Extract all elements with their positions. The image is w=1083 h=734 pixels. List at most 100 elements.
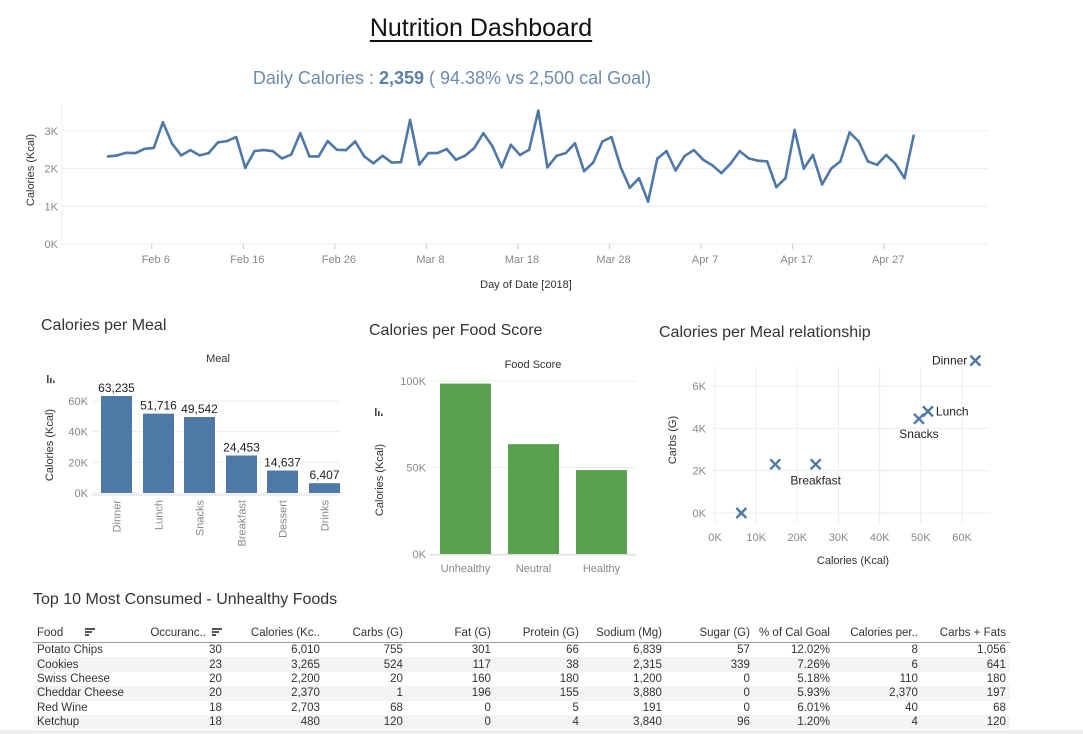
sort-chart-icon[interactable] xyxy=(375,408,383,416)
line-data-point[interactable] xyxy=(463,154,467,158)
sort-descending-icon[interactable] xyxy=(211,628,222,636)
line-data-point[interactable] xyxy=(179,154,183,157)
line-data-point[interactable] xyxy=(225,139,229,143)
line-data-point[interactable] xyxy=(390,161,394,164)
line-data-point[interactable] xyxy=(601,140,604,143)
column-header[interactable]: Carbs (G) xyxy=(323,624,407,643)
line-data-point[interactable] xyxy=(353,140,357,143)
bar-unhealthy[interactable] xyxy=(440,383,491,554)
line-data-point[interactable] xyxy=(637,176,641,180)
line-data-point[interactable] xyxy=(839,160,842,163)
sort-chart-icon[interactable] xyxy=(47,375,55,383)
line-data-point[interactable] xyxy=(564,151,568,155)
line-data-point[interactable] xyxy=(152,146,156,150)
line-data-point[interactable] xyxy=(518,153,522,157)
line-data-point[interactable] xyxy=(894,162,897,165)
line-data-point[interactable] xyxy=(765,160,769,163)
bar-snacks[interactable] xyxy=(184,417,215,493)
daily-calories-line[interactable] xyxy=(107,109,915,203)
bar-breakfast[interactable] xyxy=(226,455,257,493)
calories-per-meal-chart[interactable]: Meal Calories (Kcal) 0K 20K 40K 60K 63,235 Dinn… xyxy=(20,340,350,570)
line-data-point[interactable] xyxy=(665,149,668,153)
table-row[interactable]: Ketchup 18 480 120 0 4 3,840 96 1.20% 4 120 xyxy=(33,714,1010,730)
line-data-point[interactable] xyxy=(591,161,595,164)
line-data-point[interactable] xyxy=(335,148,339,152)
line-data-point[interactable] xyxy=(363,155,366,158)
line-data-point[interactable] xyxy=(161,120,165,124)
line-data-point[interactable] xyxy=(289,153,293,156)
line-data-point[interactable] xyxy=(234,135,238,139)
line-data-point[interactable] xyxy=(308,155,311,158)
line-data-point[interactable] xyxy=(784,176,787,180)
line-data-point[interactable] xyxy=(683,154,687,158)
line-data-point[interactable] xyxy=(710,163,714,167)
line-data-point[interactable] xyxy=(829,167,833,170)
line-data-point[interactable] xyxy=(207,151,211,155)
line-data-point[interactable] xyxy=(527,148,531,152)
column-header[interactable]: Protein (G) xyxy=(494,624,583,643)
line-data-point[interactable] xyxy=(262,148,265,152)
column-header[interactable]: Food xyxy=(33,624,128,643)
scatter-point-snacks[interactable] xyxy=(913,412,925,425)
bar-healthy[interactable] xyxy=(576,470,627,554)
line-data-point[interactable] xyxy=(729,162,732,165)
table-row[interactable]: Potato Chips 30 6,010 755 301 66 6,839 57 12.02%… xyxy=(33,643,1010,658)
line-data-point[interactable] xyxy=(866,160,870,163)
line-data-point[interactable] xyxy=(344,148,348,152)
column-header[interactable]: Occuranc.. xyxy=(127,624,226,643)
line-data-point[interactable] xyxy=(427,151,430,155)
calories-per-food-score-chart[interactable]: Food Score Calories (Kcal) 0K 50K 100K Unheal… xyxy=(360,345,650,580)
line-data-point[interactable] xyxy=(802,167,806,170)
scatter-point-breakfast[interactable] xyxy=(809,458,822,471)
bar-dessert[interactable] xyxy=(267,470,298,493)
line-data-point[interactable] xyxy=(125,151,128,155)
line-data-point[interactable] xyxy=(509,143,513,147)
line-data-point[interactable] xyxy=(216,141,220,144)
line-data-point[interactable] xyxy=(573,141,577,145)
line-data-point[interactable] xyxy=(692,148,696,152)
column-header[interactable]: Sodium (Mg) xyxy=(582,624,666,643)
line-data-point[interactable] xyxy=(646,200,650,203)
line-data-point[interactable] xyxy=(280,157,284,160)
line-data-point[interactable] xyxy=(106,155,110,158)
line-data-point[interactable] xyxy=(793,128,796,132)
line-data-point[interactable] xyxy=(903,176,906,180)
line-data-point[interactable] xyxy=(198,154,201,157)
line-data-point[interactable] xyxy=(298,131,302,135)
line-data-point[interactable] xyxy=(381,154,384,158)
line-data-point[interactable] xyxy=(454,158,458,162)
line-data-point[interactable] xyxy=(134,151,137,155)
column-header[interactable]: Calories (Kc.. xyxy=(225,624,324,643)
line-data-point[interactable] xyxy=(912,134,915,138)
calories-per-meal-relationship-chart[interactable]: Carbs (G) 0K 2K 4K 6K 0K 10K 20K 30K 40K 50K 60K Cal… xyxy=(650,345,990,575)
bar-dinner[interactable] xyxy=(101,396,132,493)
line-data-point[interactable] xyxy=(326,139,330,143)
column-header[interactable]: % of Cal Goal xyxy=(753,624,834,643)
table-row[interactable]: Cheddar Cheese 20 2,370 1 196 155 3,880 0 5.93% 2… xyxy=(33,686,1010,701)
table-row[interactable]: Cookies 23 3,265 524 117 38 2,315 339 7.26% 6 641 xyxy=(33,657,1010,672)
line-data-point[interactable] xyxy=(417,163,421,166)
line-data-point[interactable] xyxy=(500,165,503,169)
bar-neutral[interactable] xyxy=(508,444,559,554)
horizontal-scrollbar[interactable] xyxy=(0,730,1083,734)
line-data-point[interactable] xyxy=(170,142,174,146)
line-data-point[interactable] xyxy=(884,153,888,157)
line-data-point[interactable] xyxy=(628,186,632,190)
column-header[interactable]: Calories per.. xyxy=(833,624,922,643)
scatter-point-dinner[interactable] xyxy=(969,354,982,367)
line-data-point[interactable] xyxy=(555,154,558,158)
table-row[interactable]: Swiss Cheese 20 2,200 20 160 180 1,200 0 5.18% 11… xyxy=(33,672,1010,686)
scatter-point-dessert[interactable] xyxy=(769,458,782,471)
line-data-point[interactable] xyxy=(747,157,751,160)
bar-drinks[interactable] xyxy=(309,483,340,493)
line-data-point[interactable] xyxy=(720,171,723,175)
bar-lunch[interactable] xyxy=(143,413,174,493)
line-data-point[interactable] xyxy=(756,159,760,162)
column-header[interactable]: Sugar (G) xyxy=(665,624,754,643)
column-header[interactable]: Carbs + Fats xyxy=(921,624,1010,643)
line-data-point[interactable] xyxy=(189,148,192,152)
line-data-point[interactable] xyxy=(775,185,778,189)
line-data-point[interactable] xyxy=(619,165,622,169)
line-data-point[interactable] xyxy=(271,149,275,153)
line-data-point[interactable] xyxy=(701,158,705,162)
